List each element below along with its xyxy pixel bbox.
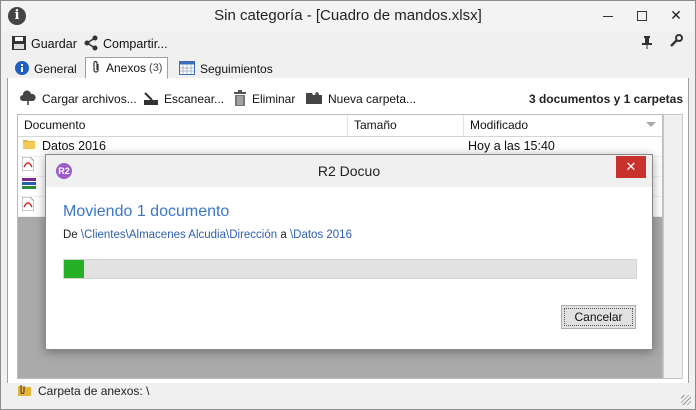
cancel-button[interactable]: Cancelar bbox=[561, 305, 636, 329]
grid-header: Documento Tamaño Modificado bbox=[18, 115, 662, 137]
dialog-title: R2 Docuo bbox=[317, 163, 381, 179]
pdf-icon bbox=[22, 197, 35, 216]
tab-strip: General Anexos (3) Seguimientos bbox=[7, 57, 695, 79]
scan-label: Escanear... bbox=[164, 92, 225, 106]
main-window: i Sin categoría - [Cuadro de mandos.xlsx… bbox=[0, 0, 696, 410]
scan-button[interactable]: Escanear... bbox=[143, 90, 224, 108]
close-button[interactable]: ✕ bbox=[659, 1, 693, 29]
tab-count-badge: (3) bbox=[149, 62, 163, 74]
title-bar: i Sin categoría - [Cuadro de mandos.xlsx… bbox=[1, 1, 695, 31]
save-label: Guardar bbox=[31, 37, 77, 51]
from-prefix: De bbox=[63, 229, 78, 241]
save-button[interactable]: Guardar bbox=[11, 35, 77, 53]
move-progress-dialog: R2 R2 Docuo ✕ Moviendo 1 documento De \C… bbox=[45, 154, 653, 350]
new-folder-label: Nueva carpeta... bbox=[328, 92, 417, 106]
info-icon bbox=[15, 60, 29, 78]
pin-icon[interactable] bbox=[641, 35, 653, 52]
new-folder-button[interactable]: Nueva carpeta... bbox=[305, 90, 416, 108]
share-icon bbox=[83, 35, 99, 54]
floppy-disk-icon bbox=[11, 35, 27, 54]
folder-icon bbox=[22, 137, 36, 156]
calendar-icon bbox=[179, 60, 195, 78]
focus-ring bbox=[564, 308, 633, 326]
minimize-icon bbox=[603, 15, 613, 17]
documents-summary: 3 documentos y 1 carpetas bbox=[528, 92, 683, 106]
progress-bar bbox=[63, 259, 637, 279]
dialog-heading: Moviendo 1 documento bbox=[63, 203, 230, 220]
record-toolbar: Guardar Compartir... bbox=[1, 32, 695, 56]
resize-grip[interactable] bbox=[681, 395, 691, 405]
pdf-icon bbox=[22, 157, 35, 176]
status-label: Carpeta de anexos: \ bbox=[38, 384, 150, 398]
cloud-upload-icon bbox=[19, 89, 37, 109]
column-header-documento[interactable]: Documento bbox=[18, 115, 348, 136]
share-button[interactable]: Compartir... bbox=[83, 35, 168, 53]
close-icon: ✕ bbox=[625, 159, 637, 174]
new-folder-icon bbox=[305, 91, 323, 108]
grid-scrollbar[interactable] bbox=[663, 114, 683, 379]
close-icon: ✕ bbox=[670, 7, 682, 23]
maximize-button[interactable] bbox=[625, 1, 659, 29]
folder-paperclip-icon bbox=[17, 383, 33, 400]
tab-general[interactable]: General bbox=[9, 59, 83, 79]
upload-files-button[interactable]: Cargar archivos... bbox=[19, 89, 137, 109]
destination-path-link[interactable]: \Datos 2016 bbox=[290, 229, 352, 241]
column-header-tamano[interactable]: Tamaño bbox=[348, 115, 464, 136]
archive-icon bbox=[22, 177, 36, 196]
trash-icon bbox=[233, 89, 247, 109]
minimize-button[interactable] bbox=[591, 1, 625, 29]
status-bar: Carpeta de anexos: \ bbox=[7, 381, 689, 401]
scanner-icon bbox=[143, 90, 159, 109]
dialog-close-button[interactable]: ✕ bbox=[616, 156, 646, 178]
delete-button[interactable]: Eliminar bbox=[233, 89, 296, 109]
tab-label: Seguimientos bbox=[200, 62, 273, 76]
tab-label: Anexos bbox=[106, 61, 147, 75]
progress-fill bbox=[64, 260, 85, 278]
wrench-icon[interactable] bbox=[669, 34, 683, 51]
sort-arrow-icon[interactable] bbox=[646, 122, 656, 127]
source-path-link[interactable]: \Clientes\Almacenes Alcudia\Dirección bbox=[81, 229, 277, 241]
column-header-modificado[interactable]: Modificado bbox=[464, 115, 662, 136]
dialog-title-bar: R2 R2 Docuo ✕ bbox=[46, 155, 652, 187]
attachments-toolbar: Cargar archivos... Escanear... Eliminar … bbox=[13, 88, 683, 110]
tab-label: General bbox=[34, 62, 77, 76]
tab-seguimientos[interactable]: Seguimientos bbox=[173, 59, 279, 79]
maximize-icon bbox=[637, 11, 647, 22]
share-label: Compartir... bbox=[103, 37, 168, 51]
delete-label: Eliminar bbox=[252, 92, 296, 106]
move-path-text: De \Clientes\Almacenes Alcudia\Dirección… bbox=[63, 229, 352, 241]
paperclip-icon bbox=[91, 60, 101, 77]
tab-anexos[interactable]: Anexos (3) bbox=[85, 57, 169, 79]
to-prefix: a bbox=[280, 229, 287, 241]
upload-files-label: Cargar archivos... bbox=[42, 92, 137, 106]
